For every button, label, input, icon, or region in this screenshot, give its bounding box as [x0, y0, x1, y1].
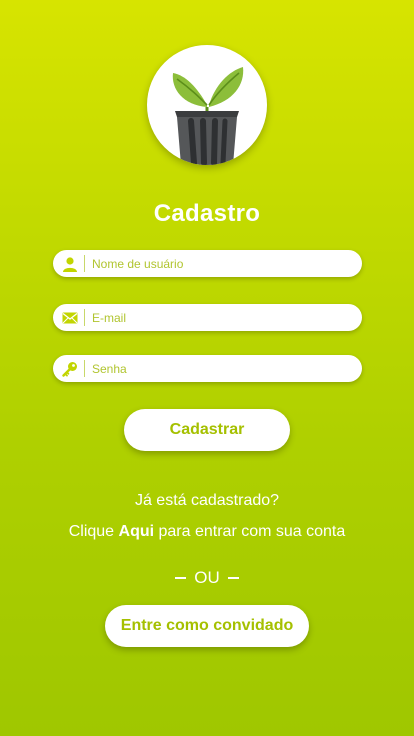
divider-dash-left — [175, 577, 187, 579]
login-prompt-prefix: Clique — [68, 523, 119, 540]
divider-dash-right — [227, 577, 239, 579]
field-separator — [84, 360, 85, 377]
register-screen: Cadastro Nome de usuário E-mail Cadastra… — [0, 0, 414, 736]
or-divider: OU — [0, 568, 414, 588]
email-field[interactable] — [53, 304, 362, 331]
login-link[interactable]: Aqui — [119, 523, 155, 540]
field-separator — [84, 309, 85, 326]
guest-login-button[interactable]: Entre como convidado — [105, 605, 309, 647]
already-registered-text: Já está cadastrado? — [134, 492, 280, 509]
username-field[interactable] — [53, 250, 362, 277]
app-logo — [147, 45, 267, 165]
login-prompt-suffix: para entrar com sua conta — [154, 523, 346, 540]
email-input[interactable] — [92, 307, 362, 328]
field-separator — [84, 255, 85, 272]
or-label: OU — [194, 568, 220, 587]
login-prompt: Clique Aqui para entrar com sua conta — [0, 523, 414, 541]
password-field[interactable] — [53, 355, 362, 382]
envelope-icon — [53, 304, 84, 331]
page-title: Cadastro — [153, 200, 261, 227]
plant-pot-icon — [172, 67, 244, 165]
register-button[interactable]: Cadastrar — [124, 409, 290, 451]
password-input[interactable] — [92, 358, 362, 379]
user-icon — [53, 250, 84, 277]
username-input[interactable] — [92, 253, 362, 274]
key-icon — [53, 355, 84, 382]
